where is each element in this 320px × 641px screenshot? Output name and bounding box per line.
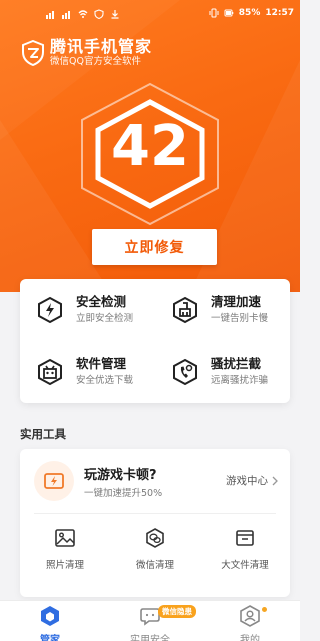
feature-clean-speed[interactable]: 清理加速 一键告别卡慢 <box>155 279 290 341</box>
user-icon <box>240 605 260 627</box>
game-boost-row[interactable]: 玩游戏卡顿? 一键加速提升50% 游戏中心 <box>20 449 290 513</box>
nav-label: 管家 <box>40 635 60 641</box>
battery-icon <box>224 9 234 17</box>
vibrate-icon <box>209 8 219 18</box>
nav-tab-me[interactable]: 我的 <box>200 605 300 641</box>
tools-section-title: 实用工具 <box>20 427 66 441</box>
download-icon <box>111 10 119 19</box>
game-icon-wrap <box>34 461 74 501</box>
game-title: 玩游戏卡顿? <box>84 468 157 483</box>
battery-level: 85% <box>238 8 261 18</box>
brand-header: 腾讯手机管家 微信QQ官方安全软件 <box>22 38 152 68</box>
nav-tab-home[interactable]: 管家 <box>0 605 100 641</box>
tool-label: 大文件清理 <box>221 560 269 571</box>
game-boost-icon <box>44 473 64 489</box>
hero-panel: 85% 12:57 腾讯手机管家 微信QQ官方安全软件 42 立即修复 <box>0 0 300 292</box>
tool-photo-clean[interactable]: 照片清理 <box>20 527 110 571</box>
file-box-icon <box>236 530 254 546</box>
nav-tab-security[interactable]: 微信隐患 实用安全 <box>100 605 200 641</box>
feature-title: 清理加速 <box>211 294 262 309</box>
chevron-right-icon <box>272 476 278 485</box>
feature-harassment-block[interactable]: 骚扰拦截 远离骚扰诈骗 <box>155 341 290 403</box>
robot-box-icon <box>38 358 62 386</box>
app-title: 腾讯手机管家 <box>50 37 153 56</box>
broom-icon <box>173 296 197 324</box>
tool-wechat-clean[interactable]: 微信清理 <box>110 527 200 571</box>
tools-card: 玩游戏卡顿? 一键加速提升50% 游戏中心 照片清理 微信清理 大文件清理 <box>20 449 290 597</box>
clock: 12:57 <box>265 8 294 18</box>
game-subtitle: 一键加速提升50% <box>84 488 163 499</box>
wechat-icon <box>146 528 164 548</box>
feature-title: 软件管理 <box>76 356 127 371</box>
home-hex-icon <box>41 606 59 626</box>
fix-now-button[interactable]: 立即修复 <box>92 229 217 265</box>
notification-dot <box>262 607 267 612</box>
status-bar: 85% 12:57 <box>0 0 300 30</box>
nav-label: 我的 <box>240 635 260 641</box>
wifi-icon <box>78 10 88 18</box>
photo-icon <box>55 529 75 547</box>
app-subtitle: 微信QQ官方安全软件 <box>50 56 141 67</box>
feature-subtitle: 安全优选下载 <box>76 375 134 386</box>
feature-app-manager[interactable]: 软件管理 安全优选下载 <box>20 341 155 403</box>
game-center-link[interactable]: 游戏中心 <box>226 473 278 488</box>
nav-badge: 微信隐患 <box>158 605 196 618</box>
bottom-nav: 管家 微信隐患 实用安全 我的 <box>0 600 300 641</box>
feature-subtitle: 远离骚扰诈骗 <box>211 375 269 386</box>
game-center-label: 游戏中心 <box>226 475 268 487</box>
tool-label: 微信清理 <box>135 560 174 571</box>
shield-status-icon <box>94 9 104 19</box>
security-score: 42 <box>111 114 189 179</box>
feature-title: 骚扰拦截 <box>211 356 262 371</box>
feature-title: 安全检测 <box>76 294 127 309</box>
tool-large-file-clean[interactable]: 大文件清理 <box>200 527 290 571</box>
feature-subtitle: 立即安全检测 <box>76 313 134 324</box>
tencent-shield-logo-icon <box>22 40 44 66</box>
signal-icon <box>62 11 70 19</box>
lightning-shield-icon <box>38 296 62 324</box>
nav-label: 实用安全 <box>130 635 170 641</box>
feature-grid: 安全检测 立即安全检测 清理加速 一键告别卡慢 软件管理 安全优选下载 骚扰拦截… <box>20 279 290 403</box>
tool-label: 照片清理 <box>45 560 84 571</box>
feature-subtitle: 一键告别卡慢 <box>211 313 269 324</box>
feature-security-check[interactable]: 安全检测 立即安全检测 <box>20 279 155 341</box>
divider <box>34 513 276 514</box>
signal-icon <box>46 11 54 19</box>
score-badge[interactable]: 42 <box>74 80 226 228</box>
phone-block-icon <box>173 358 197 386</box>
